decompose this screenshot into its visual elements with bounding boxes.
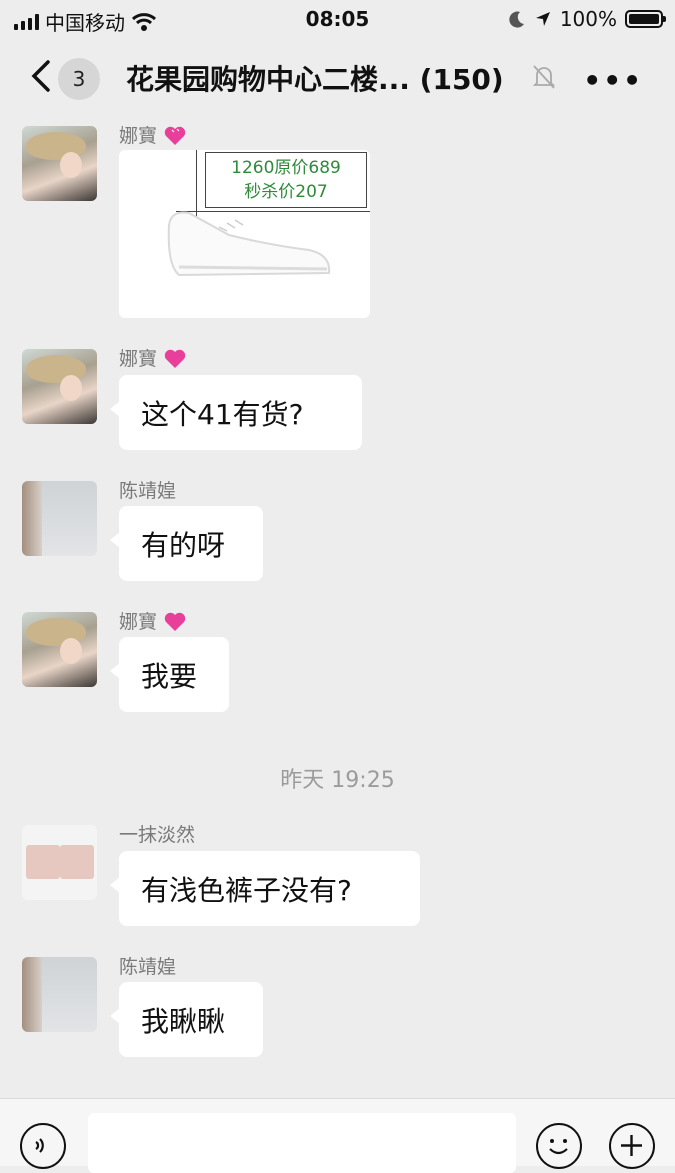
avatar[interactable] [22,481,97,556]
heart-icon [164,349,186,368]
emoji-icon[interactable] [536,1123,582,1169]
image-message[interactable]: 1260原价689 秒杀价207 [119,150,370,318]
heart-icon [164,612,186,631]
avatar[interactable] [22,126,97,201]
sender-name-text: 娜寶 [119,125,158,147]
location-icon [535,12,550,26]
message-bubble[interactable]: 有的呀 [110,506,263,581]
sender-name: 娜寶 [119,121,187,148]
sneaker-image [167,211,331,277]
voice-input-icon[interactable] [20,1123,66,1169]
sender-name: 陈靖媓 [119,952,176,979]
sender-name-text: 陈靖媓 [119,480,177,502]
price-line-1: 1260原价689 [231,158,341,178]
sender-name-text: 一抹淡然 [119,824,196,846]
sender-name-text: 娜寶 [119,611,158,633]
message-bubble[interactable]: 这个41有货? [110,375,362,450]
member-count: (150) [419,63,504,96]
battery-icon [625,10,666,28]
avatar[interactable] [22,612,97,687]
status-right: 100% [508,7,666,31]
status-bar: 中国移动 08:05 100% [0,0,675,40]
plus-icon[interactable] [609,1123,655,1169]
sender-name: 一抹淡然 [119,820,195,847]
message-input[interactable] [88,1113,516,1173]
avatar[interactable] [22,957,97,1032]
moon-icon [509,11,524,28]
unread-badge[interactable]: 3 [58,58,100,100]
chat-title-text: 花果园购物中心二楼... [126,63,410,96]
chat-title[interactable]: 花果园购物中心二楼... (150) [126,58,504,98]
sender-name: 娜寶 [119,344,187,371]
muted-bell-icon [532,65,556,89]
heart-icon [164,126,186,145]
avatar[interactable] [22,825,97,900]
message-bubble[interactable]: 我要 [110,637,229,712]
sender-name-text: 陈靖媓 [119,956,177,978]
back-arrow-icon[interactable] [28,58,52,94]
message-bubble[interactable]: 有浅色裤子没有? [110,851,420,926]
input-bar [0,1098,675,1173]
message-bubble[interactable]: 我瞅瞅 [110,982,263,1057]
more-options-icon[interactable]: ••• [583,64,643,97]
battery-percent: 100% [559,7,617,31]
sender-name-text: 娜寶 [119,348,158,370]
chat-header: 3 花果园购物中心二楼... (150) ••• [0,40,675,112]
avatar[interactable] [22,349,97,424]
timestamp: 昨天 19:25 [280,768,395,793]
sender-name: 娜寶 [119,607,187,634]
sender-name: 陈靖媓 [119,476,176,503]
